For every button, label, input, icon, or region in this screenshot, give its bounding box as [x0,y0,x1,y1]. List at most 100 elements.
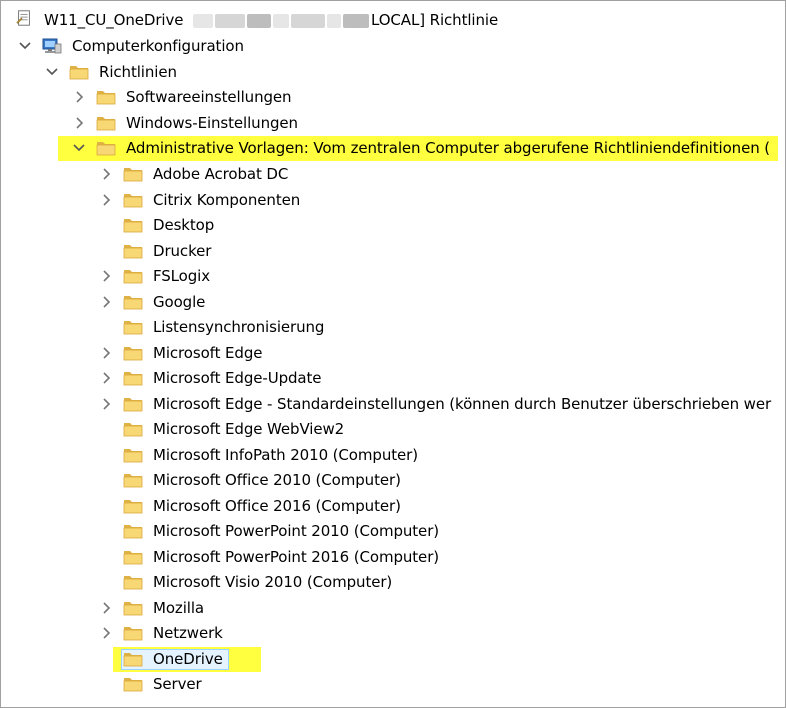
folder-icon [123,296,143,310]
tree-node-label: Server [153,675,202,693]
tree-node-windows-settings[interactable]: Windows-Einstellungen [1,111,785,136]
tree-node-listensynchronisierung[interactable]: Listensynchronisierung [1,315,785,340]
tree-node-label: Microsoft Visio 2010 (Computer) [153,573,393,591]
tree-node-administrative-templates[interactable]: Administrative Vorlagen: Vom zentralen C… [1,136,785,161]
tree-node-label: Google [153,293,206,311]
chevron-right-icon[interactable] [96,266,116,286]
folder-icon [123,602,143,616]
redacted-text-block [273,14,289,28]
tree-node-label: Drucker [153,242,212,260]
tree-node-google[interactable]: Google [1,290,785,315]
redacted-text-block [343,14,369,28]
tree-node-adobe-acrobat-dc[interactable]: Adobe Acrobat DC [1,162,785,187]
tree-node-label: Mozilla [153,599,204,617]
tree-node-label: Microsoft PowerPoint 2016 (Computer) [153,548,440,566]
tree-node-label: Microsoft Edge-Update [153,369,322,387]
tree-node-desktop[interactable]: Desktop [1,213,785,238]
tree-node-microsoft-office-2016-computer[interactable]: Microsoft Office 2016 (Computer) [1,494,785,519]
tree-node-microsoft-powerpoint-2016-computer[interactable]: Microsoft PowerPoint 2016 (Computer) [1,545,785,570]
folder-icon [123,168,143,182]
folder-icon [123,525,143,539]
chevron-right-icon[interactable] [96,394,116,414]
chevron-right-icon[interactable] [96,292,116,312]
computer-icon [42,38,62,54]
gpo-title-prefix: W11_CU_OneDrive [44,11,184,29]
tree-node-label: Desktop [153,216,215,234]
chevron-right-icon[interactable] [96,164,116,184]
folder-icon [123,500,143,514]
chevron-right-icon[interactable] [69,87,89,107]
tree-node-label: FSLogix [153,267,211,285]
gpo-title-suffix: LOCAL] Richtlinie [371,11,499,29]
chevron-right-icon[interactable] [96,190,116,210]
tree-node-label: Microsoft Office 2010 (Computer) [153,471,401,489]
folder-icon [123,474,143,488]
tree-node-label: Microsoft Edge WebView2 [153,420,345,438]
folder-icon [123,245,143,259]
tree-node-policies[interactable]: Richtlinien [1,60,785,85]
tree-node-label: Microsoft Edge [153,344,263,362]
policy-document-icon [16,10,30,26]
folder-icon [69,66,89,80]
tree-node-citrix-komponenten[interactable]: Citrix Komponenten [1,188,785,213]
chevron-right-icon[interactable] [96,368,116,388]
folder-icon [123,270,143,284]
policy-editor-window: W11_CU_OneDrive LOCAL] Richtlinie Comput… [0,0,786,708]
folder-icon [123,653,143,667]
folder-icon [123,576,143,590]
chevron-right-icon[interactable] [96,623,116,643]
tree-node-label: Adobe Acrobat DC [153,165,289,183]
tree-node-label: Listensynchronisierung [153,318,325,336]
tree-node-microsoft-infopath-2010-computer[interactable]: Microsoft InfoPath 2010 (Computer) [1,443,785,468]
tree-node-microsoft-powerpoint-2010-computer[interactable]: Microsoft PowerPoint 2010 (Computer) [1,519,785,544]
redacted-text-block [193,14,213,28]
tree-node-netzwerk[interactable]: Netzwerk [1,621,785,646]
tree-node-drucker[interactable]: Drucker [1,239,785,264]
tree-node-label: Microsoft Edge - Standardeinstellungen (… [153,395,772,413]
gpo-root-row[interactable]: W11_CU_OneDrive LOCAL] Richtlinie [1,8,785,33]
tree-node-microsoft-edge-standardeinstellungen-k-nnen-durch-benutzer-berschrieben-wer[interactable]: Microsoft Edge - Standardeinstellungen (… [1,392,785,417]
tree-node-server[interactable]: Server [1,672,785,697]
tree-node-software-settings[interactable]: Softwareeinstellungen [1,85,785,110]
tree-node-fslogix[interactable]: FSLogix [1,264,785,289]
tree-node-label: Microsoft PowerPoint 2010 (Computer) [153,522,440,540]
redacted-text-block [215,14,245,28]
folder-icon [96,142,116,156]
tree-node-microsoft-visio-2010-computer[interactable]: Microsoft Visio 2010 (Computer) [1,570,785,595]
tree-node-onedrive[interactable]: OneDrive [1,647,785,672]
tree-node-label: Administrative Vorlagen: Vom zentralen C… [126,139,771,157]
tree-node-label: Softwareeinstellungen [126,88,292,106]
folder-icon [96,117,116,131]
folder-icon [123,219,143,233]
folder-icon [123,321,143,335]
chevron-right-icon[interactable] [96,343,116,363]
redacted-text-block [247,14,271,28]
redacted-text-block [291,14,325,28]
chevron-right-icon[interactable] [96,598,116,618]
tree-node-label: Computerkonfiguration [72,37,244,55]
tree-node-label: OneDrive [153,650,223,668]
tree-node-microsoft-edge[interactable]: Microsoft Edge [1,341,785,366]
tree-node-mozilla[interactable]: Mozilla [1,596,785,621]
folder-icon [123,347,143,361]
folder-icon [123,627,143,641]
redacted-text-block [327,14,341,28]
chevron-down-icon[interactable] [69,138,89,158]
tree-node-label: Microsoft Office 2016 (Computer) [153,497,401,515]
folder-icon [123,423,143,437]
tree-node-microsoft-office-2010-computer[interactable]: Microsoft Office 2010 (Computer) [1,468,785,493]
tree-node-label: Netzwerk [153,624,223,642]
tree-node-microsoft-edge-webview2[interactable]: Microsoft Edge WebView2 [1,417,785,442]
tree-node-label: Richtlinien [99,63,177,81]
chevron-right-icon[interactable] [69,113,89,133]
tree-node-microsoft-edge-update[interactable]: Microsoft Edge-Update [1,366,785,391]
folder-icon [123,449,143,463]
chevron-down-icon[interactable] [42,62,62,82]
folder-icon [123,194,143,208]
tree-node-label: Microsoft InfoPath 2010 (Computer) [153,446,418,464]
chevron-down-icon[interactable] [15,36,35,56]
folder-icon [123,678,143,692]
folder-icon [123,398,143,412]
tree-node-label: Citrix Komponenten [153,191,301,209]
tree-node-computer-configuration[interactable]: Computerkonfiguration [1,34,785,59]
